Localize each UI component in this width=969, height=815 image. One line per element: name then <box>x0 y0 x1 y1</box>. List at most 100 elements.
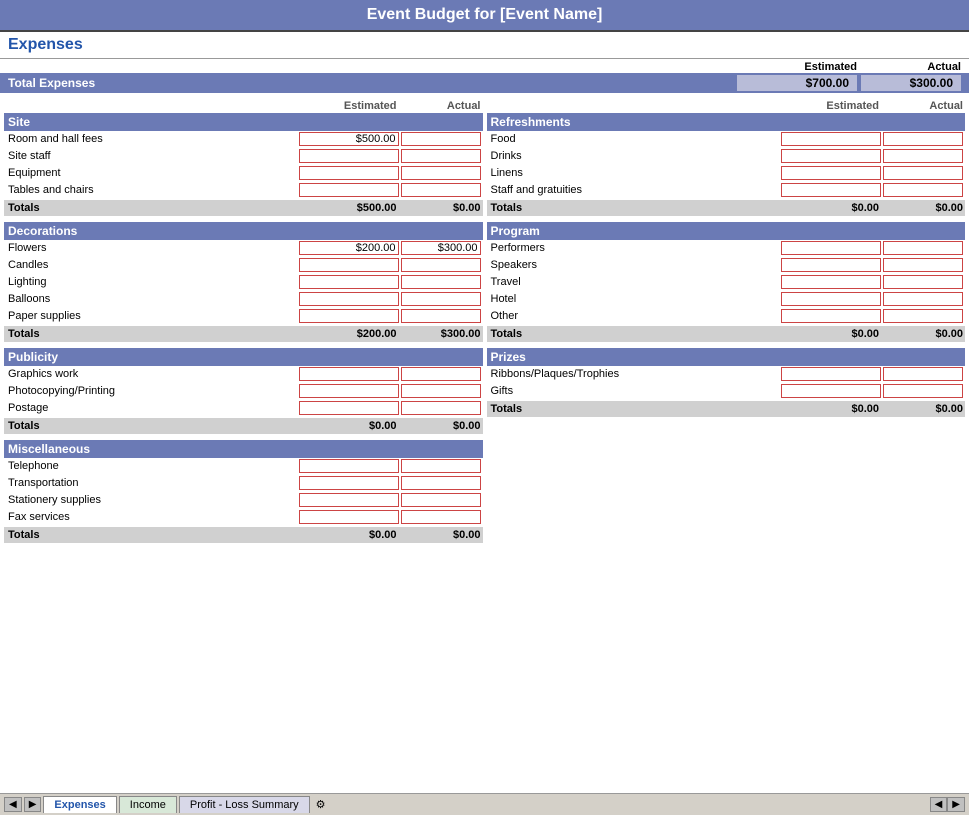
misc-title: Miscellaneous <box>4 440 483 458</box>
scroll-left[interactable]: ◀ <box>930 797 948 812</box>
dec-lighting-est[interactable] <box>299 275 399 289</box>
misc-tel-act[interactable] <box>401 459 481 473</box>
site-equip-est[interactable] <box>299 166 399 180</box>
table-row: Fax services <box>4 509 483 526</box>
misc-tel-est[interactable] <box>299 459 399 473</box>
site-staff-est[interactable] <box>299 149 399 163</box>
pub-postage-est[interactable] <box>299 401 399 415</box>
prizes-ribbons-est[interactable] <box>781 367 881 381</box>
prizes-ribbons-act[interactable] <box>883 367 963 381</box>
prog-speakers-est[interactable] <box>781 258 881 272</box>
table-row: Flowers $200.00 $300.00 <box>4 240 483 257</box>
ref-food-est[interactable] <box>781 132 881 146</box>
table-row: Gifts <box>487 383 966 400</box>
dec-balloons-est[interactable] <box>299 292 399 306</box>
dec-candles-est[interactable] <box>299 258 399 272</box>
prog-performers-act[interactable] <box>883 241 963 255</box>
misc-fax-act[interactable] <box>401 510 481 524</box>
table-row: Lighting <box>4 274 483 291</box>
dec-balloons-act[interactable] <box>401 292 481 306</box>
dec-flowers-act[interactable]: $300.00 <box>401 241 481 255</box>
total-actual-value: $300.00 <box>861 75 961 91</box>
scroll-right[interactable]: ▶ <box>947 797 965 812</box>
misc-stat-est[interactable] <box>299 493 399 507</box>
ref-drinks-est[interactable] <box>781 149 881 163</box>
table-row: Performers <box>487 240 966 257</box>
misc-trans-act[interactable] <box>401 476 481 490</box>
site-equip-act[interactable] <box>401 166 481 180</box>
pub-graphics-act[interactable] <box>401 367 481 381</box>
tab-nav-prev[interactable]: ◀ <box>4 797 22 812</box>
tab-expenses[interactable]: Expenses <box>43 796 116 813</box>
misc-trans-est[interactable] <box>299 476 399 490</box>
prizes-gifts-act[interactable] <box>883 384 963 398</box>
site-tables-est[interactable] <box>299 183 399 197</box>
site-section: Estimated Actual Site Room and hall fees… <box>4 99 483 216</box>
ref-linens-est[interactable] <box>781 166 881 180</box>
refreshments-title: Refreshments <box>487 113 966 131</box>
row-label: Drinks <box>489 150 782 162</box>
table-row: Hotel <box>487 291 966 308</box>
ref-totals-act: $0.00 <box>883 202 963 214</box>
tab-bar: ◀ ▶ Expenses Income Profit - Loss Summar… <box>0 793 969 815</box>
ref-est-header: Estimated <box>783 100 883 112</box>
pub-photo-est[interactable] <box>299 384 399 398</box>
ref-staff-act[interactable] <box>883 183 963 197</box>
pub-postage-act[interactable] <box>401 401 481 415</box>
row-label: Postage <box>6 402 299 414</box>
site-totals-est: $500.00 <box>301 202 401 214</box>
misc-fax-est[interactable] <box>299 510 399 524</box>
ref-drinks-act[interactable] <box>883 149 963 163</box>
prog-hotel-est[interactable] <box>781 292 881 306</box>
row-label: Photocopying/Printing <box>6 385 299 397</box>
publicity-title: Publicity <box>4 348 483 366</box>
prog-speakers-act[interactable] <box>883 258 963 272</box>
prog-hotel-act[interactable] <box>883 292 963 306</box>
decorations-title: Decorations <box>4 222 483 240</box>
total-estimated-value: $700.00 <box>737 75 857 91</box>
ref-totals-label: Totals <box>489 202 784 214</box>
refreshments-section: Estimated Actual Refreshments Food Drink… <box>487 99 966 216</box>
row-label: Gifts <box>489 385 782 397</box>
dec-flowers-est[interactable]: $200.00 <box>299 241 399 255</box>
misc-stat-act[interactable] <box>401 493 481 507</box>
ref-linens-act[interactable] <box>883 166 963 180</box>
prog-other-est[interactable] <box>781 309 881 323</box>
site-room-act[interactable] <box>401 132 481 146</box>
table-row: Room and hall fees $500.00 <box>4 131 483 148</box>
prizes-gifts-est[interactable] <box>781 384 881 398</box>
row-label: Room and hall fees <box>6 133 299 145</box>
prog-travel-act[interactable] <box>883 275 963 289</box>
row-label: Fax services <box>6 511 299 523</box>
site-tables-act[interactable] <box>401 183 481 197</box>
row-label: Performers <box>489 242 782 254</box>
dec-candles-act[interactable] <box>401 258 481 272</box>
tab-nav-next[interactable]: ▶ <box>24 797 42 812</box>
row-label: Candles <box>6 259 299 271</box>
row-label: Balloons <box>6 293 299 305</box>
dec-totals-act: $300.00 <box>401 328 481 340</box>
publicity-section: Publicity Graphics work Photocopying/Pri… <box>4 348 483 434</box>
program-totals-row: Totals $0.00 $0.00 <box>487 326 966 342</box>
pub-photo-act[interactable] <box>401 384 481 398</box>
dec-lighting-act[interactable] <box>401 275 481 289</box>
ref-staff-est[interactable] <box>781 183 881 197</box>
site-totals-row: Totals $500.00 $0.00 <box>4 200 483 216</box>
site-room-est[interactable]: $500.00 <box>299 132 399 146</box>
total-expenses-row: Total Expenses $700.00 $300.00 <box>0 73 969 93</box>
prog-other-act[interactable] <box>883 309 963 323</box>
dec-paper-act[interactable] <box>401 309 481 323</box>
pub-graphics-est[interactable] <box>299 367 399 381</box>
tab-profit-loss[interactable]: Profit - Loss Summary <box>179 796 310 813</box>
ref-food-act[interactable] <box>883 132 963 146</box>
table-row: Drinks <box>487 148 966 165</box>
table-row: Travel <box>487 274 966 291</box>
prog-travel-est[interactable] <box>781 275 881 289</box>
dec-paper-est[interactable] <box>299 309 399 323</box>
site-totals-label: Totals <box>6 202 301 214</box>
pub-totals-label: Totals <box>6 420 301 432</box>
site-staff-act[interactable] <box>401 149 481 163</box>
refreshments-totals-row: Totals $0.00 $0.00 <box>487 200 966 216</box>
tab-income[interactable]: Income <box>119 796 177 813</box>
prog-performers-est[interactable] <box>781 241 881 255</box>
